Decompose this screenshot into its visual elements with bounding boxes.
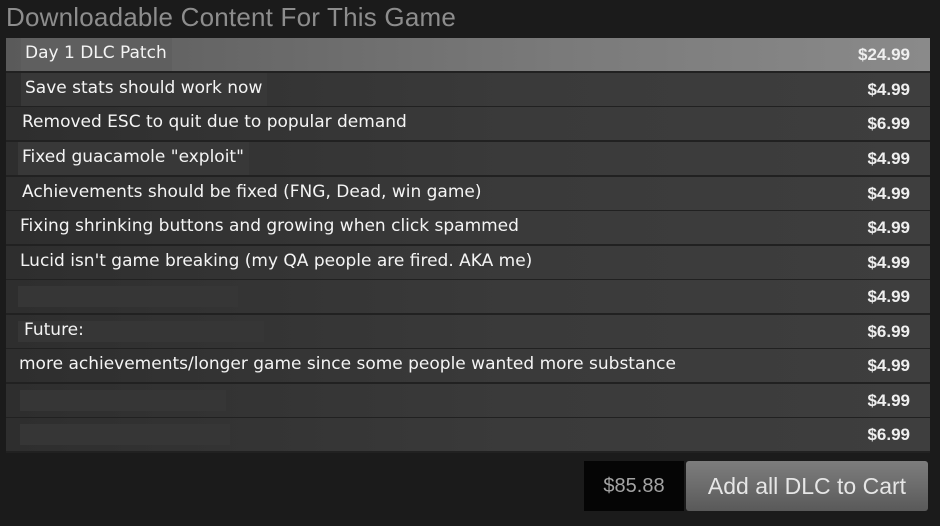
dlc-price: $24.99 xyxy=(858,45,910,64)
dlc-price: $4.99 xyxy=(867,80,910,99)
dlc-list: Day 1 DLC Patch $24.99 Save stats should… xyxy=(6,38,930,453)
dlc-price: $4.99 xyxy=(867,287,910,306)
add-all-dlc-to-cart-button[interactable]: Add all DLC to Cart xyxy=(686,461,928,511)
dlc-name-blank xyxy=(18,286,238,307)
dlc-name: Lucid isn't game breaking (my QA people … xyxy=(20,251,533,271)
dlc-name: Day 1 DLC Patch xyxy=(21,38,172,71)
dlc-price: $4.99 xyxy=(867,218,910,237)
dlc-price: $6.99 xyxy=(867,322,910,341)
dlc-name: Removed ESC to quit due to popular deman… xyxy=(22,112,407,132)
dlc-row[interactable]: Lucid isn't game breaking (my QA people … xyxy=(6,246,930,279)
dlc-name: more achievements/longer game since some… xyxy=(19,354,676,374)
dlc-price: $4.99 xyxy=(867,356,910,375)
dlc-price: $4.99 xyxy=(867,184,910,203)
dlc-row[interactable]: Day 1 DLC Patch $24.99 xyxy=(6,38,930,71)
dlc-row[interactable]: Future: $6.99 xyxy=(6,315,930,348)
dlc-price: $6.99 xyxy=(867,114,910,133)
dlc-name: Save stats should work now xyxy=(21,73,268,106)
dlc-row[interactable]: Achievements should be fixed (FNG, Dead,… xyxy=(6,177,930,210)
dlc-price: $4.99 xyxy=(867,253,910,272)
section-title: Downloadable Content For This Game xyxy=(6,2,456,32)
dlc-name: Future: xyxy=(24,320,84,340)
dlc-row[interactable]: $4.99 xyxy=(6,384,930,417)
dlc-row[interactable]: Fixing shrinking buttons and growing whe… xyxy=(6,211,930,244)
dlc-row[interactable]: $4.99 xyxy=(6,280,930,313)
dlc-row[interactable]: Removed ESC to quit due to popular deman… xyxy=(6,107,930,140)
dlc-row[interactable]: Fixed guacamole "exploit" $4.99 xyxy=(6,142,930,175)
dlc-row[interactable]: Save stats should work now $4.99 xyxy=(6,73,930,106)
dlc-name: Fixed guacamole "exploit" xyxy=(18,142,249,175)
dlc-price: $4.99 xyxy=(867,391,910,410)
dlc-row[interactable]: more achievements/longer game since some… xyxy=(6,349,930,382)
dlc-row[interactable]: $6.99 xyxy=(6,418,930,451)
dlc-name: Fixing shrinking buttons and growing whe… xyxy=(20,216,519,236)
dlc-price: $4.99 xyxy=(867,149,910,168)
dlc-name-blank xyxy=(20,390,226,411)
total-price: $85.88 xyxy=(584,461,684,511)
dlc-name: Achievements should be fixed (FNG, Dead,… xyxy=(22,182,482,202)
dlc-name-blank xyxy=(20,424,230,445)
dlc-price: $6.99 xyxy=(867,425,910,444)
